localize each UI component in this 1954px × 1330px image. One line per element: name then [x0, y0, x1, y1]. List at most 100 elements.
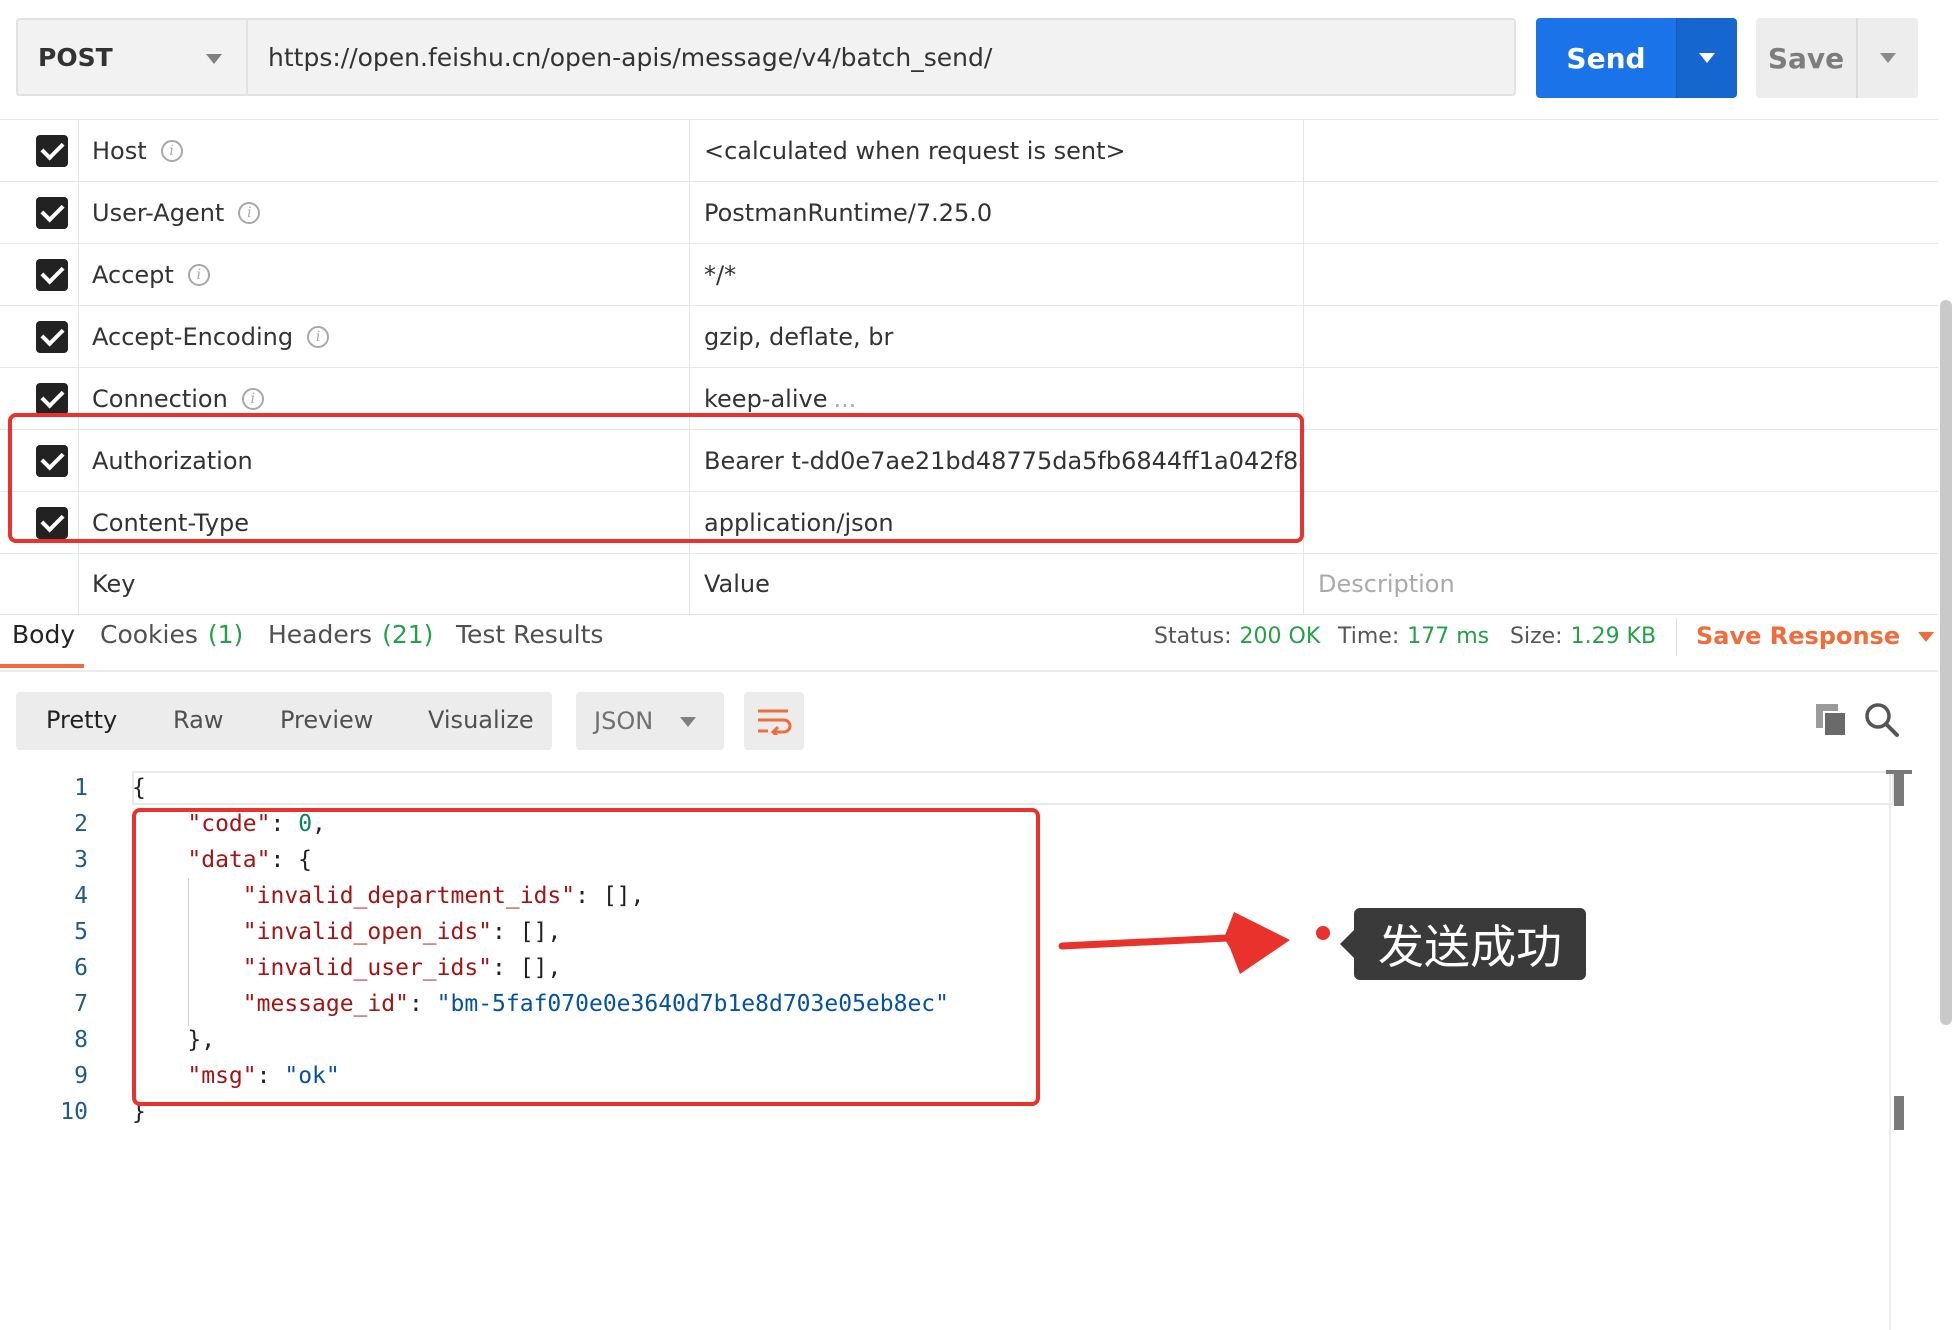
arrow-right-icon [1058, 912, 1290, 974]
chevron-down-icon [1880, 53, 1896, 63]
line-number: 9 [74, 1063, 88, 1089]
value-placeholder: Value [704, 570, 770, 598]
view-raw-button[interactable]: Raw [173, 706, 223, 734]
status-label: Status: [1154, 624, 1232, 649]
checkbox-cell [0, 306, 79, 367]
checkbox-cell [0, 182, 79, 243]
checkbox-checked[interactable] [36, 383, 68, 415]
format-select[interactable]: JSON [576, 692, 724, 750]
checkbox-checked[interactable] [36, 197, 68, 229]
success-callout: 发送成功 [1340, 908, 1586, 980]
header-row: Host i <calculated when request is sent> [0, 119, 1938, 181]
header-value-cell[interactable]: PostmanRuntime/7.25.0 [690, 182, 1304, 243]
tab-cookies[interactable]: Cookies (1) [100, 620, 243, 649]
header-value: keep-alive [704, 384, 828, 413]
size-value: 1.29 KB [1570, 624, 1657, 649]
wrap-lines-button[interactable] [744, 692, 804, 750]
save-options-button[interactable] [1856, 18, 1918, 98]
line-number: 2 [74, 811, 88, 837]
header-row: Accept-Encoding i gzip, deflate, br [0, 305, 1938, 367]
editor-scroll-marker[interactable] [1886, 770, 1912, 806]
save-button[interactable]: Save [1756, 18, 1856, 98]
checkbox-checked[interactable] [36, 321, 68, 353]
tab-body-label: Body [12, 620, 76, 649]
send-button[interactable]: Send [1536, 18, 1676, 98]
header-value-cell[interactable]: gzip, deflate, br [690, 306, 1304, 367]
header-description-cell[interactable] [1304, 244, 1938, 305]
line-number: 3 [74, 847, 88, 873]
time-info: Time: 177 ms [1338, 624, 1489, 649]
line-number: 1 [74, 775, 88, 801]
header-value-cell[interactable]: */* [690, 244, 1304, 305]
editor-scroll-marker[interactable] [1894, 1096, 1904, 1130]
tab-test-results[interactable]: Test Results [456, 620, 603, 649]
method-select[interactable]: POST [16, 18, 246, 96]
tab-headers-count: (21) [382, 620, 434, 649]
view-visualize-button[interactable]: Visualize [428, 706, 534, 734]
header-value: gzip, deflate, br [704, 322, 894, 351]
header-description-cell[interactable] [1304, 120, 1938, 181]
copy-icon[interactable] [1812, 700, 1852, 740]
checkbox-checked[interactable] [36, 135, 68, 167]
header-key-cell[interactable]: Host i [78, 120, 690, 181]
tab-headers[interactable]: Headers (21) [268, 620, 433, 649]
line-number: 8 [74, 1027, 88, 1053]
header-description-cell[interactable] [1304, 182, 1938, 243]
search-icon[interactable] [1862, 700, 1902, 740]
header-key-cell[interactable]: User-Agent i [78, 182, 690, 243]
time-label: Time: [1338, 624, 1400, 649]
url-input[interactable] [246, 18, 1516, 96]
info-icon[interactable]: i [187, 263, 210, 286]
info-icon[interactable]: i [307, 325, 330, 348]
header-key: Accept-Encoding [92, 322, 294, 351]
callout-marker [1316, 926, 1330, 940]
chevron-down-icon [1699, 53, 1715, 63]
header-description-cell[interactable] [1304, 368, 1938, 429]
active-tab-indicator [0, 664, 84, 668]
view-pretty-button[interactable]: Pretty [46, 706, 117, 734]
tab-headers-label: Headers [268, 620, 373, 649]
header-key-cell[interactable]: Accept i [78, 244, 690, 305]
header-description-cell[interactable] [1304, 492, 1938, 553]
description-placeholder: Description [1318, 570, 1455, 598]
json-brace: { [132, 775, 146, 801]
line-number: 6 [74, 955, 88, 981]
page-scrollbar[interactable] [1940, 300, 1952, 1025]
header-value: */* [704, 260, 737, 289]
size-label: Size: [1510, 624, 1563, 649]
size-info: Size: 1.29 KB [1510, 624, 1656, 649]
method-label: POST [38, 42, 113, 72]
header-description-cell[interactable] [1304, 430, 1938, 491]
response-tabs: Body Cookies (1) Headers (21) Test Results… [0, 604, 1938, 672]
info-icon[interactable]: i [241, 387, 264, 410]
header-key: User-Agent [92, 198, 225, 227]
checkbox-checked[interactable] [36, 259, 68, 291]
header-value: PostmanRuntime/7.25.0 [704, 198, 993, 227]
view-preview-button[interactable]: Preview [280, 706, 373, 734]
tab-body[interactable]: Body [12, 620, 75, 649]
format-label: JSON [594, 707, 654, 735]
header-key: Connection [92, 384, 228, 413]
line-number: 7 [74, 991, 88, 1017]
header-value: <calculated when request is sent> [704, 136, 1126, 165]
wrap-lines-icon [758, 709, 792, 735]
save-response-button[interactable]: Save Response [1696, 622, 1935, 650]
header-row: User-Agent i PostmanRuntime/7.25.0 [0, 181, 1938, 243]
line-number: 4 [74, 883, 88, 909]
code-line: { [132, 770, 1882, 806]
send-options-button[interactable] [1676, 18, 1737, 98]
time-value: 177 ms [1407, 624, 1490, 649]
header-key-cell[interactable]: Accept-Encoding i [78, 306, 690, 367]
chevron-down-icon [680, 717, 696, 727]
divider [1676, 618, 1677, 656]
header-key: Host [92, 136, 147, 165]
tab-cookies-count: (1) [207, 620, 244, 649]
header-value-cell[interactable]: <calculated when request is sent> [690, 120, 1304, 181]
header-description-cell[interactable] [1304, 306, 1938, 367]
truncation-ellipsis: ... [833, 384, 857, 413]
info-icon[interactable]: i [238, 201, 261, 224]
highlight-box-headers [8, 413, 1304, 543]
line-numbers: 1 2 3 4 5 6 7 8 9 10 [40, 770, 88, 1130]
status-value: 200 OK [1239, 624, 1321, 649]
info-icon[interactable]: i [160, 139, 183, 162]
